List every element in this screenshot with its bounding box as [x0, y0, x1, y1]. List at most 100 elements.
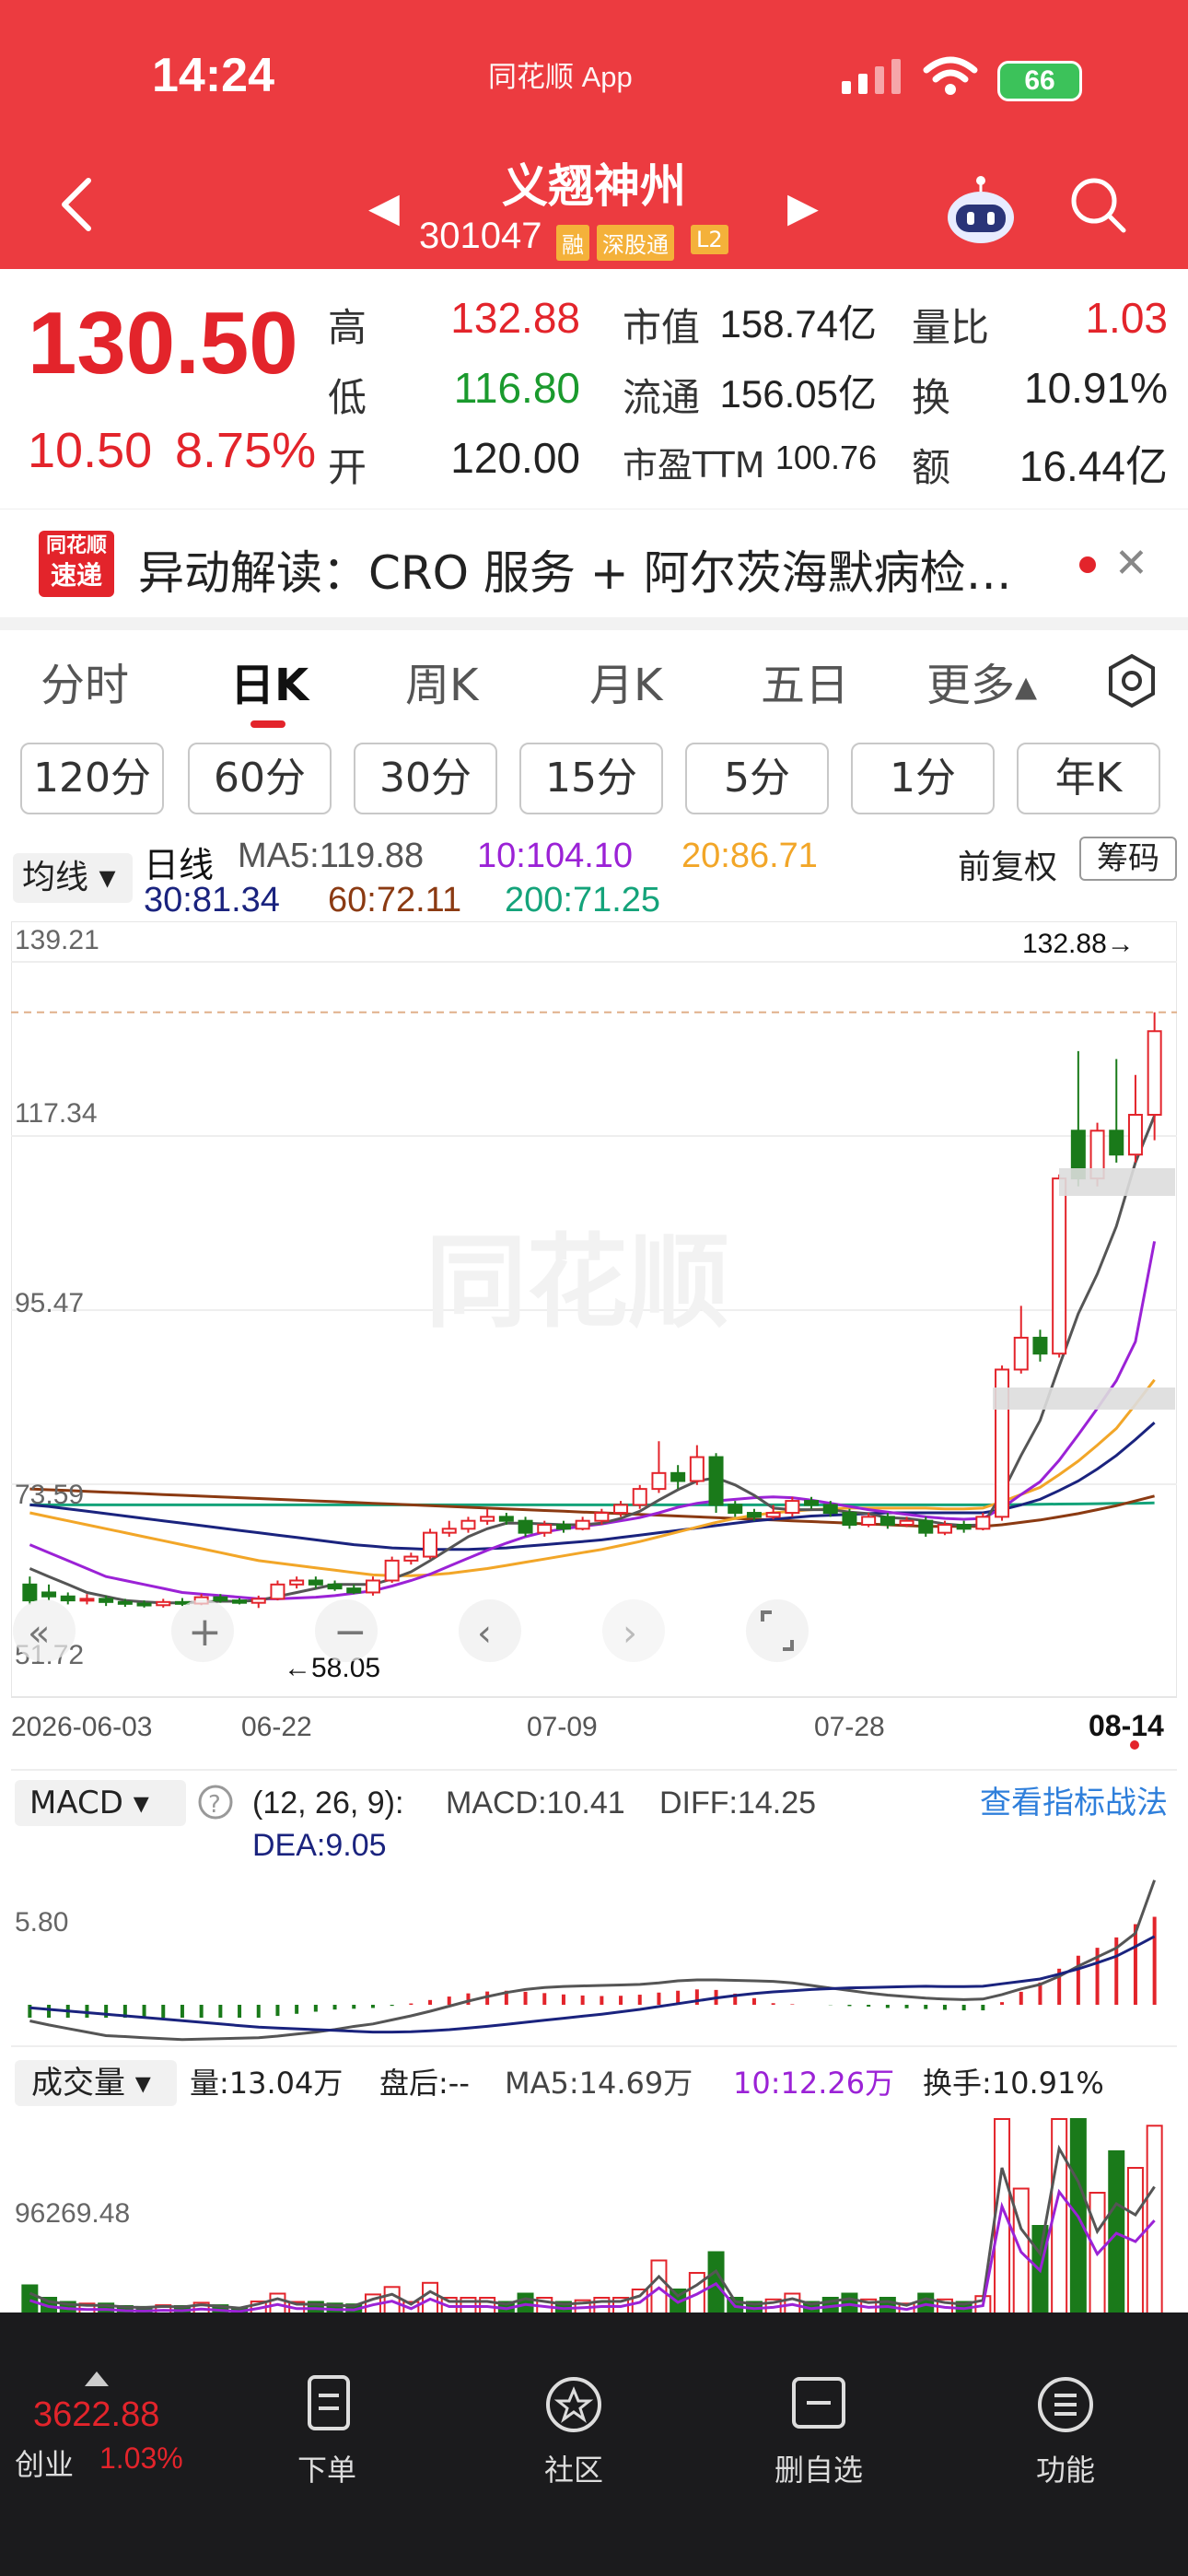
functions-label[interactable]: 功能 — [992, 2447, 1139, 2489]
index-change-pct: 1.03% — [99, 2441, 183, 2475]
ma200-line — [29, 1501, 1155, 1506]
candle-body — [60, 1595, 76, 1602]
price-zone-lower — [993, 1388, 1175, 1410]
tab-monthly-k[interactable]: 月K — [589, 649, 662, 713]
macd-params: (12, 26, 9): — [252, 1786, 403, 1821]
news-logo: 同花顺 速递 — [39, 531, 114, 597]
turnover-label: 换 — [912, 375, 951, 420]
news-unread-dot — [1079, 556, 1096, 573]
remove-watchlist-icon[interactable] — [777, 2373, 860, 2438]
robot-assistant-icon[interactable] — [939, 173, 1022, 247]
period-120min[interactable]: 120分 — [20, 743, 164, 814]
price-axis-label: 139.21 — [15, 925, 99, 955]
candle-body — [746, 1512, 762, 1518]
news-close-icon[interactable]: ✕ — [1114, 540, 1148, 587]
back-arrow-icon[interactable] — [57, 177, 94, 232]
line-type-label: 日线 — [144, 847, 215, 885]
candle-body — [156, 1600, 171, 1607]
community-label[interactable]: 社区 — [500, 2447, 647, 2489]
volume-chart[interactable]: 成交量 ▾ 量:13.04万 盘后:-- MA5:14.69万 10:12.26… — [11, 2058, 1177, 2325]
volume-bar — [1089, 2192, 1106, 2323]
fullscreen-button[interactable] — [746, 1599, 809, 1662]
kline-chart[interactable]: 同花顺 139.21 117.34 95.47 73.59 51.72 132.… — [11, 921, 1177, 2064]
next-stock-arrow[interactable]: ▶ — [787, 184, 819, 231]
current-price: 130.50 — [28, 294, 298, 392]
amount-label: 额 — [912, 445, 951, 490]
float-value: 156.05亿 — [719, 372, 877, 416]
community-icon[interactable] — [532, 2373, 615, 2438]
rewind-icon: « — [28, 1612, 50, 1655]
ma20-line — [29, 1378, 1156, 1577]
price-axis-labels: 139.21 117.34 95.47 73.59 51.72 — [15, 925, 99, 1670]
minus-icon: − — [333, 1609, 367, 1656]
period-1min[interactable]: 1分 — [851, 743, 995, 814]
candle-body — [613, 1504, 629, 1515]
candle-body — [918, 1519, 934, 1534]
high-marker: 132.88→ — [1022, 929, 1135, 959]
tab-daily-k[interactable]: 日K — [230, 649, 309, 713]
order-label[interactable]: 下单 — [253, 2447, 401, 2489]
settings-icon[interactable] — [1101, 650, 1162, 711]
turnover-value: 10.91% — [1023, 364, 1168, 412]
candle-body — [365, 1579, 380, 1594]
date-label: 07-28 — [814, 1712, 885, 1742]
macd-top-border — [11, 1769, 1177, 1771]
chevron-right-icon: › — [623, 1612, 637, 1655]
low-label: 低 — [328, 375, 367, 420]
period-60min[interactable]: 60分 — [188, 743, 332, 814]
diff-value: DIFF:14.25 — [659, 1786, 816, 1821]
candle-body — [537, 1524, 553, 1534]
chip-button[interactable]: 筹码 — [1079, 837, 1177, 881]
mcap-value: 158.74亿 — [719, 302, 877, 345]
period-5min[interactable]: 5分 — [685, 743, 829, 814]
menu-icon[interactable] — [1024, 2373, 1107, 2438]
candle-body — [79, 1598, 95, 1602]
candle-body — [213, 1596, 228, 1602]
tab-five-day[interactable]: 五日 — [761, 649, 849, 713]
status-time: 14:24 — [152, 49, 274, 102]
help-glyph: ? — [208, 1791, 221, 1819]
candle-body — [1032, 1336, 1048, 1355]
adjust-mode[interactable]: 前复权 — [958, 840, 1057, 888]
period-30min[interactable]: 30分 — [354, 743, 497, 814]
ma-selector[interactable]: 均线 ▾ — [13, 853, 133, 903]
candle-body — [346, 1587, 362, 1594]
period-15min[interactable]: 15分 — [519, 743, 663, 814]
candle-body — [250, 1598, 266, 1604]
candle-body — [842, 1512, 857, 1527]
open-value: 120.00 — [450, 434, 580, 482]
price-change: 10.50 — [28, 423, 153, 478]
candle-body — [232, 1599, 248, 1604]
remove-watchlist-label[interactable]: 删自选 — [745, 2447, 892, 2489]
high-label: 高 — [328, 305, 367, 350]
candle-body — [1127, 1113, 1143, 1156]
latest-dot — [1130, 1740, 1139, 1750]
order-icon[interactable] — [285, 2373, 368, 2438]
index-value[interactable]: 3622.88 — [33, 2395, 159, 2435]
news-text[interactable]: 异动解读：CRO 服务 + 阿尔茨海默病检… — [138, 536, 1012, 603]
macd-selector-label: MACD ▾ — [29, 1785, 149, 1821]
candle-body — [441, 1528, 457, 1534]
search-icon[interactable] — [1068, 175, 1129, 236]
tab-weekly-k[interactable]: 周K — [405, 649, 478, 713]
date-label: 2026-06-03 — [11, 1712, 152, 1742]
indicator-strategy-link[interactable]: 查看指标战法 — [980, 1785, 1168, 1821]
chart-nav-controls: « + − ‹ › — [13, 1599, 809, 1662]
ma60-value: 60:72.11 — [328, 881, 462, 919]
tab-more[interactable]: 更多▴ — [926, 649, 1037, 713]
candle-body — [423, 1531, 438, 1558]
stock-title: 义翘神州 — [502, 159, 686, 213]
vol-ma5-value: MA5:14.69万 — [505, 2066, 693, 2101]
tab-intraday[interactable]: 分时 — [41, 649, 129, 713]
period-yearly-k[interactable]: 年K — [1017, 743, 1160, 814]
macd-value: MACD:10.41 — [446, 1786, 625, 1821]
volume-top-border — [11, 2045, 1177, 2047]
candle-body — [22, 1583, 38, 1602]
candle-body — [765, 1512, 781, 1518]
tag-sz-connect: 深股通 — [597, 225, 674, 261]
candle-body — [937, 1524, 952, 1534]
candle-body — [670, 1471, 686, 1482]
pe-label: 市盈TTM — [623, 445, 765, 486]
prev-stock-arrow[interactable]: ◀ — [368, 184, 400, 231]
up-triangle-icon — [85, 2371, 109, 2386]
